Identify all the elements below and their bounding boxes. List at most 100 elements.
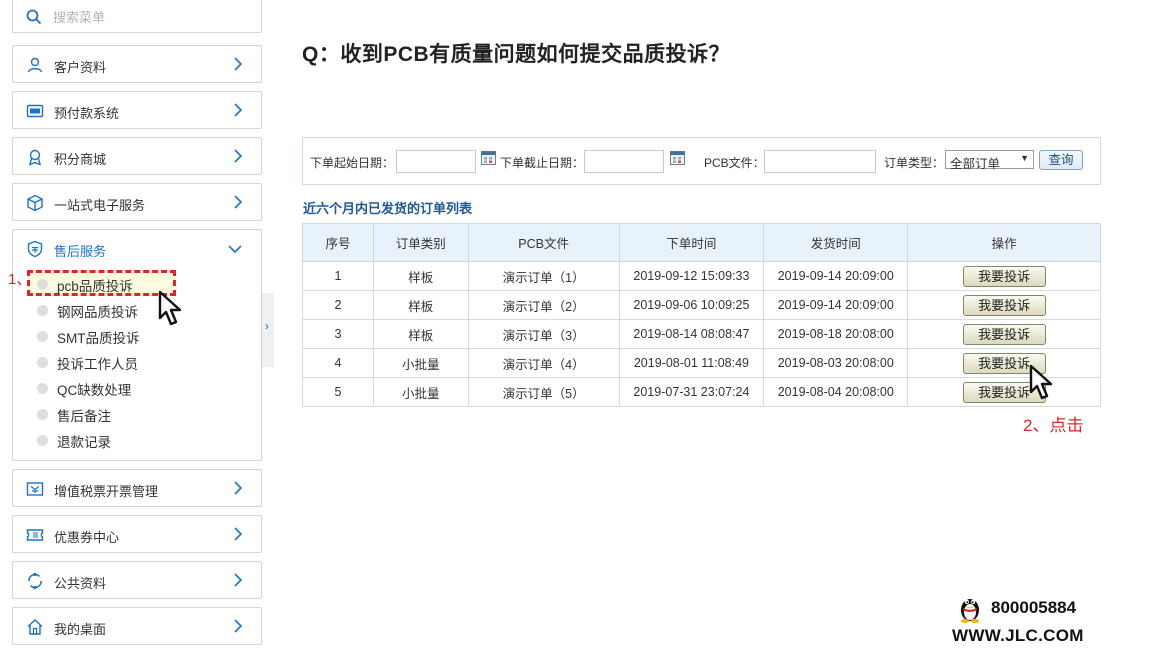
chevron-right-icon	[234, 527, 243, 541]
end-date-label: 下单截止日期：	[500, 156, 585, 170]
sidebar-item-label: 我的桌面	[54, 622, 107, 637]
annotation-step-2: 2、点击	[1023, 416, 1084, 435]
sidebar-item-label: 客户资料	[54, 60, 107, 75]
medal-icon	[28, 149, 42, 166]
cell-ship-time: 2019-09-14 20:09:00	[763, 261, 909, 291]
shield-icon	[27, 240, 43, 258]
page-title: Q：收到PCB有质量问题如何提交品质投诉？	[302, 43, 731, 66]
qq-penguin-icon	[961, 599, 979, 623]
sidebar-subitem-label: 售后备注	[57, 409, 111, 424]
cell-file: 演示订单（5）	[467, 377, 620, 407]
cell-type: 小批量	[372, 377, 469, 407]
table-row: 2 样板 演示订单（2） 2019-09-06 10:09:25 2019-09…	[302, 290, 1101, 320]
mouse-cursor-icon	[158, 290, 182, 326]
annotation-step-1: 1、	[8, 271, 32, 288]
cell-order-time: 2019-08-14 08:08:47	[618, 319, 765, 349]
column-header: 操作	[907, 223, 1101, 262]
table-row: 4 小批量 演示订单（4） 2019-08-01 11:08:49 2019-0…	[302, 348, 1101, 378]
brand-contact: 800005884 WWW.JLC.COM	[952, 591, 1112, 651]
user-icon	[27, 57, 43, 73]
cell-no: 4	[302, 348, 374, 378]
column-header: 订单类别	[372, 223, 469, 262]
cell-type: 样板	[372, 319, 469, 349]
start-date-label: 下单起始日期：	[310, 156, 395, 170]
column-header: 发货时间	[763, 223, 909, 262]
cell-file: 演示订单（4）	[467, 348, 620, 378]
mouse-cursor-icon	[1029, 364, 1053, 400]
cell-ship-time: 2019-08-03 20:08:00	[763, 348, 909, 378]
invoice-icon	[26, 482, 44, 496]
query-button[interactable]: 查询	[1039, 150, 1083, 170]
cell-order-time: 2019-08-01 11:08:49	[618, 348, 765, 378]
bullet-dot	[37, 409, 48, 420]
pcb-file-input[interactable]	[764, 150, 876, 173]
bullet-dot	[37, 383, 48, 394]
cell-type: 样板	[372, 290, 469, 320]
sidebar-collapse-handle[interactable]: ›	[262, 293, 274, 367]
order-list-title: 近六个月内已发货的订单列表	[303, 201, 473, 216]
cell-ship-time: 2019-08-18 20:08:00	[763, 319, 909, 349]
sidebar-item-public-data[interactable]: 公共资料	[12, 561, 262, 599]
cell-type: 样板	[372, 261, 469, 291]
sidebar-subitem-label: 投诉工作人员	[57, 357, 138, 372]
sidebar-item-label: 积分商城	[54, 152, 107, 167]
end-date-input[interactable]	[584, 150, 664, 173]
complain-button[interactable]: 我要投诉	[962, 294, 1046, 316]
sidebar-item-customer-info[interactable]: 客户资料	[12, 45, 262, 83]
coupon-icon	[26, 529, 44, 541]
sidebar-item-label: 售后服务	[54, 244, 107, 259]
cell-ship-time: 2019-09-14 20:09:00	[763, 290, 909, 320]
start-date-input[interactable]	[396, 150, 476, 173]
calendar-icon[interactable]	[670, 151, 685, 165]
order-table: 序号 订单类别 PCB文件 下单时间 发货时间 操作 1 样板 演示订单（1） …	[302, 223, 1101, 407]
chevron-down-icon	[228, 245, 242, 254]
sidebar-item-coupon-center[interactable]: 优惠券中心	[12, 515, 262, 553]
sidebar-item-vat-invoice[interactable]: 增值税票开票管理	[12, 469, 262, 507]
sidebar-subitem-label: SMT品质投诉	[57, 331, 140, 346]
sidebar-subitem-label: QC缺数处理	[57, 383, 132, 398]
pcb-file-label: PCB文件：	[704, 156, 765, 170]
cell-action: 我要投诉	[907, 348, 1101, 378]
bullet-dot	[37, 305, 48, 316]
order-type-label: 订单类型：	[884, 156, 945, 170]
cell-action: 我要投诉	[907, 377, 1101, 407]
cell-order-time: 2019-09-12 15:09:33	[618, 261, 765, 291]
column-header: PCB文件	[467, 223, 620, 262]
website-url: WWW.JLC.COM	[952, 626, 1084, 645]
bullet-dot	[37, 435, 48, 446]
sidebar-item-after-sales[interactable]: 售后服务	[13, 230, 261, 268]
chevron-right-icon	[234, 195, 243, 209]
prepay-card-icon	[26, 104, 44, 118]
sidebar-item-prepay[interactable]: 预付款系统	[12, 91, 262, 129]
cell-ship-time: 2019-08-04 20:08:00	[763, 377, 909, 407]
sidebar-item-label: 公共资料	[54, 576, 107, 591]
calendar-icon[interactable]	[481, 151, 496, 165]
complain-button[interactable]: 我要投诉	[962, 265, 1046, 287]
search-icon	[26, 9, 42, 25]
sidebar-item-label: 增值税票开票管理	[54, 484, 159, 499]
complain-button[interactable]: 我要投诉	[962, 323, 1046, 345]
sidebar-subitem-label: pcb品质投诉	[57, 279, 133, 294]
column-header: 序号	[302, 223, 374, 262]
menu-search-input[interactable]	[53, 7, 243, 27]
sidebar-item-points-mall[interactable]: 积分商城	[12, 137, 262, 175]
chevron-right-icon	[234, 619, 243, 633]
sidebar-item-one-stop-service[interactable]: 一站式电子服务	[12, 183, 262, 221]
cell-file: 演示订单（1）	[467, 261, 620, 291]
bullet-dot	[37, 279, 48, 290]
cell-action: 我要投诉	[907, 290, 1101, 320]
chevron-right-icon	[234, 57, 243, 71]
menu-search-box[interactable]	[12, 0, 262, 33]
cell-no: 3	[302, 319, 374, 349]
cell-file: 演示订单（2）	[467, 290, 620, 320]
chevron-right-icon: ›	[265, 319, 269, 333]
sidebar-item-label: 优惠券中心	[54, 530, 120, 545]
table-header-row: 序号 订单类别 PCB文件 下单时间 发货时间 操作	[302, 223, 1101, 262]
sidebar-item-my-desktop[interactable]: 我的桌面	[12, 607, 262, 645]
home-icon	[27, 619, 43, 635]
cell-type: 小批量	[372, 348, 469, 378]
cell-no: 5	[302, 377, 374, 407]
cell-no: 1	[302, 261, 374, 291]
order-type-select[interactable]: 全部订单 ▼	[945, 150, 1034, 171]
box-icon	[27, 194, 43, 212]
